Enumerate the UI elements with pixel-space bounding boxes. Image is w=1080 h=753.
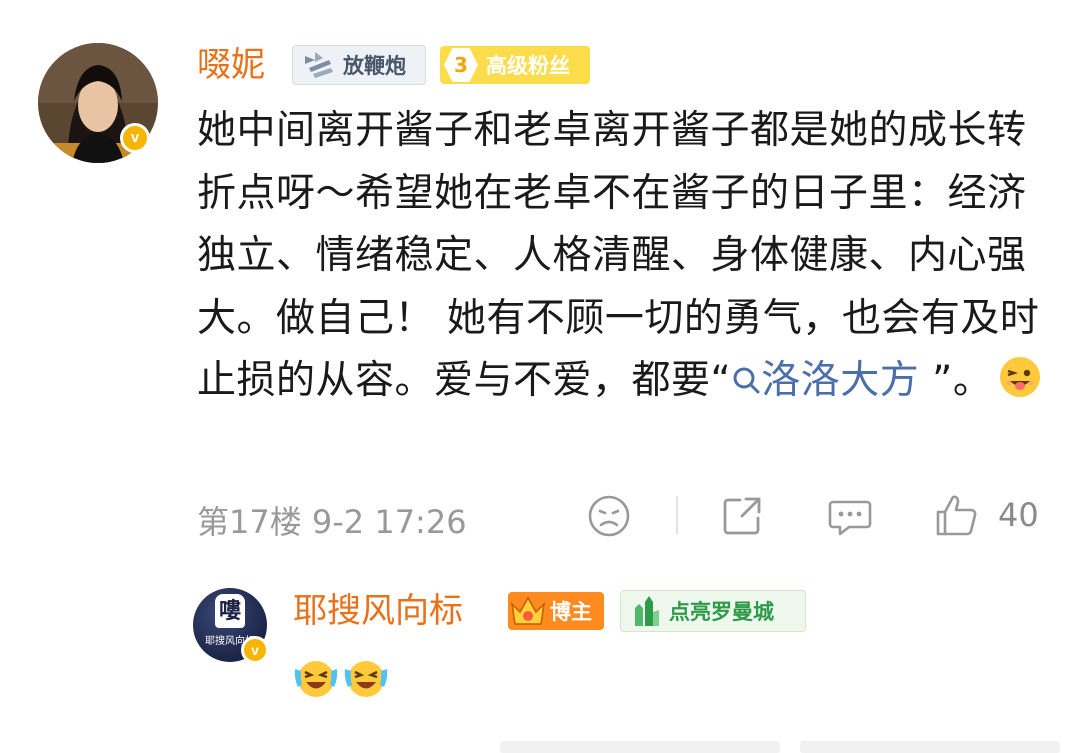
commenter-username[interactable]: 啜妮 (197, 45, 265, 85)
fan-level-badge[interactable]: 3 高级粉丝 (440, 46, 590, 84)
blogger-label: 博主 (550, 600, 592, 624)
reply-avatar[interactable]: 嘍 耶搜风向标 v (193, 588, 269, 664)
crown-icon (510, 596, 546, 625)
comment-body: 她中间离开酱子和老卓离开酱子都是她的成长转折点呀～希望她在老卓不在酱子的日子里：… (197, 100, 1047, 413)
action-divider (676, 496, 678, 534)
comment-bubble-icon (828, 500, 872, 536)
comment-text-tail: ”。 (919, 358, 993, 403)
fan-level-label: 高级粉丝 (486, 54, 570, 78)
reply-content (292, 655, 390, 701)
laughing-tears-emoji-icon (294, 661, 338, 697)
city-label: 点亮罗曼城 (669, 600, 774, 624)
dislike-button[interactable] (587, 494, 631, 538)
next-row-peek (800, 741, 1060, 753)
floor-timestamp: 第17楼 9-2 17:26 (197, 503, 467, 541)
fan-level-number: 3 (444, 48, 478, 82)
verified-badge: v (120, 123, 150, 153)
like-button[interactable]: 40 (934, 492, 1039, 538)
grin-tongue-emoji-icon (1000, 357, 1041, 397)
sad-face-icon (588, 495, 630, 537)
share-button[interactable] (720, 494, 764, 538)
laughing-tears-emoji-icon (344, 661, 388, 697)
reply-avatar-glyph: 嘍 (215, 594, 245, 628)
share-icon (723, 497, 761, 535)
blogger-badge[interactable]: 博主 (508, 592, 604, 630)
firecracker-icon (305, 52, 333, 78)
city-badge[interactable]: 点亮罗曼城 (620, 590, 806, 632)
firecracker-badge[interactable]: 放鞭炮 (292, 45, 426, 85)
castle-icon (635, 596, 659, 626)
next-row-peek (500, 741, 780, 753)
topic-label: 洛洛大方 (761, 358, 920, 403)
topic-link[interactable]: 洛洛大方 (731, 358, 919, 403)
like-count: 40 (998, 496, 1039, 534)
thumbs-up-icon (936, 495, 977, 536)
reply-verified-badge: v (241, 636, 269, 664)
firecracker-label: 放鞭炮 (343, 54, 406, 78)
commenter-avatar[interactable]: v (38, 43, 158, 163)
search-icon (733, 367, 760, 394)
comment-button[interactable] (827, 494, 873, 540)
reply-username[interactable]: 耶搜风向标 (293, 591, 463, 631)
